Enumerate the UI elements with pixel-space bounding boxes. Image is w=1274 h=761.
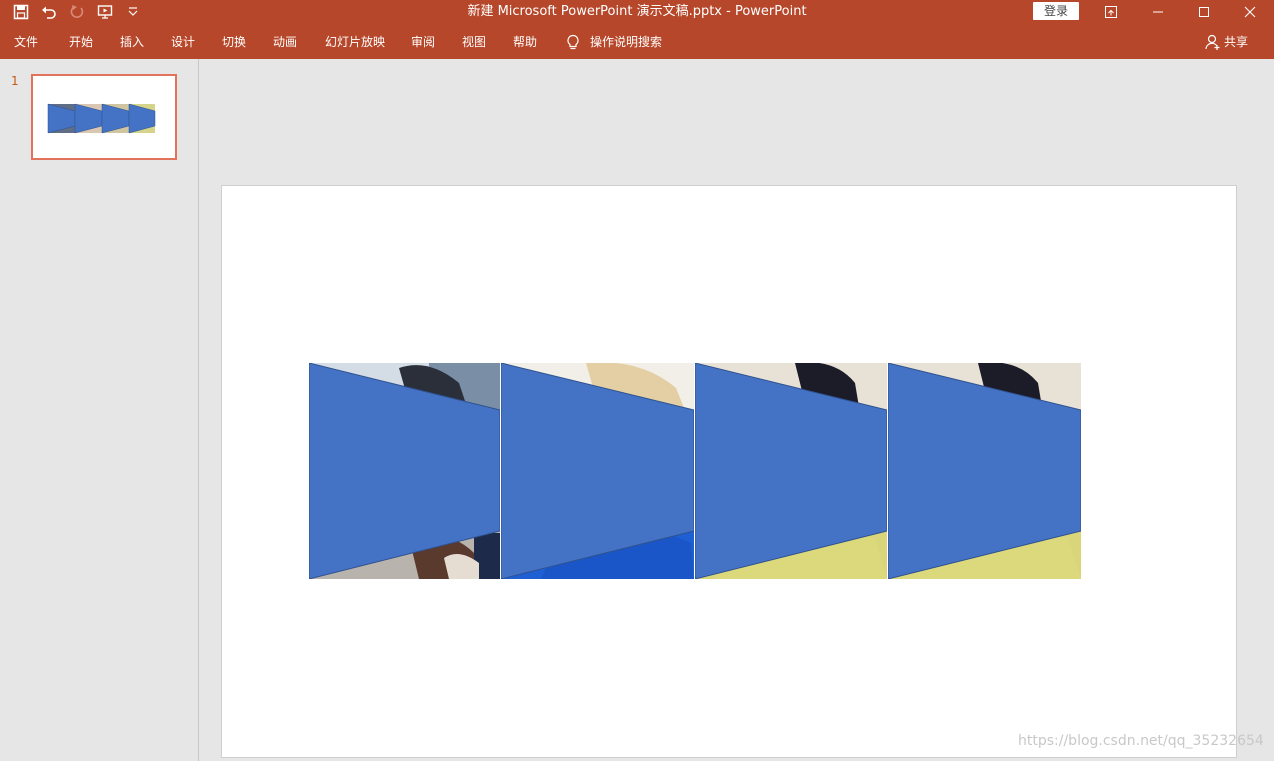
- redo-icon: [70, 5, 84, 18]
- chevron-down-icon: [128, 7, 138, 16]
- close-button[interactable]: [1227, 0, 1273, 24]
- slide-picture-2[interactable]: [501, 363, 694, 579]
- ribbon-display-icon: [1105, 6, 1117, 18]
- slide-picture-1[interactable]: [309, 363, 500, 579]
- window-title: 新建 Microsoft PowerPoint 演示文稿.pptx - Powe…: [467, 4, 807, 19]
- title-bar: 新建 Microsoft PowerPoint 演示文稿.pptx - Powe…: [0, 0, 1274, 24]
- watermark: https://blog.csdn.net/qq_35232654: [1018, 733, 1264, 749]
- tab-animations[interactable]: 动画: [273, 24, 297, 59]
- picture-content: [695, 363, 887, 579]
- tab-transitions[interactable]: 切换: [222, 24, 246, 59]
- minimize-button[interactable]: [1135, 0, 1181, 24]
- tab-design[interactable]: 设计: [171, 24, 195, 59]
- share-button[interactable]: 共享: [1205, 24, 1248, 59]
- tab-review[interactable]: 审阅: [411, 24, 435, 59]
- tab-file[interactable]: 文件: [14, 24, 38, 59]
- slideshow-icon: [97, 5, 113, 19]
- slide-picture-3[interactable]: [695, 363, 887, 579]
- login-button[interactable]: 登录: [1033, 2, 1079, 20]
- maximize-icon: [1199, 7, 1209, 17]
- person-add-icon: [1205, 34, 1220, 50]
- undo-button[interactable]: [38, 1, 60, 23]
- start-from-beginning-button[interactable]: [94, 1, 116, 23]
- picture-content: [501, 363, 694, 579]
- quick-access-toolbar: [10, 0, 144, 24]
- save-button[interactable]: [10, 1, 32, 23]
- slide-number: 1: [11, 74, 19, 88]
- ribbon-tab-bar: 文件 开始 插入 设计 切换 动画 幻灯片放映 审阅 视图 帮助 操作说明搜索 …: [0, 24, 1274, 59]
- tab-slideshow[interactable]: 幻灯片放映: [325, 24, 385, 59]
- share-label: 共享: [1224, 35, 1249, 49]
- minimize-icon: [1153, 11, 1163, 13]
- tab-help[interactable]: 帮助: [513, 24, 537, 59]
- tell-me-label: 操作说明搜索: [590, 35, 663, 49]
- ribbon-display-options-button[interactable]: [1088, 0, 1134, 24]
- tab-home[interactable]: 开始: [69, 24, 93, 59]
- redo-button[interactable]: [66, 1, 88, 23]
- slide-thumbnails-pane[interactable]: [0, 59, 199, 761]
- lightbulb-icon: [567, 34, 579, 49]
- tab-insert[interactable]: 插入: [120, 24, 144, 59]
- save-icon: [13, 4, 29, 20]
- slide-canvas[interactable]: [221, 185, 1237, 758]
- customize-toolbar-button[interactable]: [122, 1, 144, 23]
- slide-thumbnail-preview: [47, 103, 156, 134]
- slide-picture-4[interactable]: [888, 363, 1081, 579]
- maximize-button[interactable]: [1181, 0, 1227, 24]
- tell-me-search[interactable]: 操作说明搜索: [566, 24, 662, 59]
- picture-content: [888, 363, 1081, 579]
- undo-icon: [42, 6, 56, 19]
- slide-thumbnail[interactable]: [31, 74, 177, 160]
- picture-content: [309, 363, 500, 579]
- tab-view[interactable]: 视图: [462, 24, 486, 59]
- close-icon: [1244, 6, 1256, 18]
